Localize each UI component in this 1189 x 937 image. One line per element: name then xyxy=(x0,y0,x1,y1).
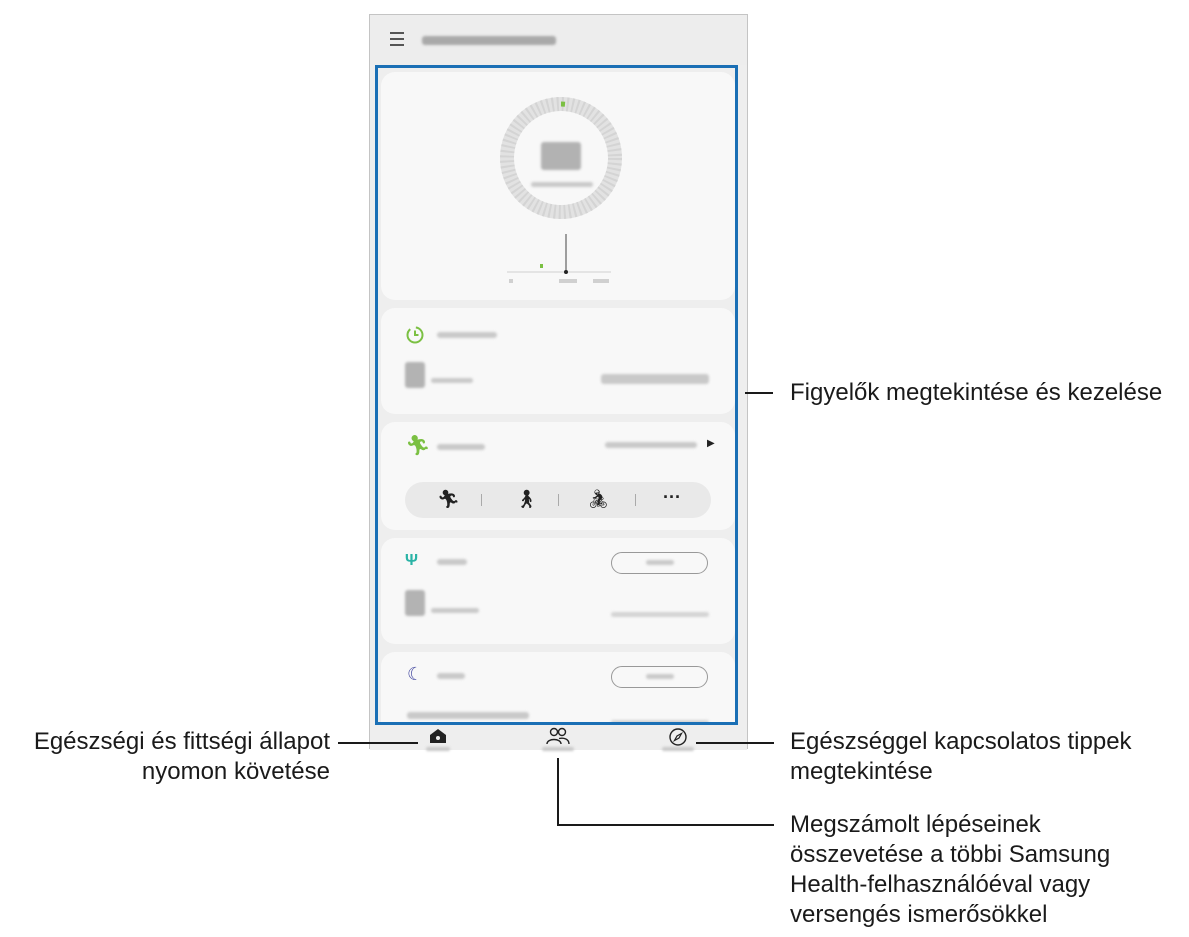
callout-home-line2: nyomon követése xyxy=(141,758,330,785)
callout-discover: Egészséggel kapcsolatos tippek megtekint… xyxy=(790,727,1132,787)
exercise-quick-start-bar: 🏃︎ 🚶︎ 🚴︎ ··· xyxy=(405,482,711,518)
steps-card[interactable] xyxy=(381,72,735,300)
active-time-range-blurred xyxy=(601,374,709,384)
exercise-card[interactable]: 🏃︎ ▶ 🏃︎ 🚶︎ 🚴︎ ··· xyxy=(381,422,735,530)
callout-together-line2: összevetése a többi Samsung xyxy=(790,841,1111,868)
chevron-right-icon[interactable]: ▶ xyxy=(707,438,715,449)
bottom-navigation xyxy=(370,725,747,751)
food-progress-bar xyxy=(611,612,709,617)
people-icon xyxy=(546,727,570,745)
moon-icon: ☾ xyxy=(407,664,424,684)
phone-screen: 🏃︎ ▶ 🏃︎ 🚶︎ 🚴︎ ··· Ψ ☾ xyxy=(369,14,748,751)
divider xyxy=(481,494,482,506)
nav-discover[interactable] xyxy=(648,725,708,765)
bike-icon[interactable]: 🚴︎ xyxy=(587,489,610,510)
callout-trackers: Figyelők megtekintése és kezelése xyxy=(790,379,1163,406)
active-time-title-blurred xyxy=(437,332,497,338)
callout-line-together-horizontal xyxy=(557,824,774,826)
exercise-link-blurred xyxy=(605,442,697,448)
running-icon: 🏃︎ xyxy=(405,435,431,457)
clock-icon xyxy=(406,326,424,344)
nav-home-label-blurred xyxy=(426,747,450,751)
home-icon xyxy=(430,729,446,743)
callout-home-line1: Egészségi és fittségi állapot xyxy=(33,728,330,755)
food-title-blurred xyxy=(437,559,467,565)
hamburger-icon[interactable] xyxy=(390,32,404,46)
nav-discover-label-blurred xyxy=(662,747,694,751)
callout-discover-line1: Egészséggel kapcsolatos tippek xyxy=(790,728,1132,755)
fork-knife-icon: Ψ xyxy=(405,552,418,569)
sleep-record-button[interactable] xyxy=(611,666,708,688)
food-button-label-blurred xyxy=(646,560,674,565)
compass-icon xyxy=(669,728,687,746)
exercise-title-blurred xyxy=(437,444,485,450)
step-count-blurred xyxy=(541,142,581,170)
active-time-card[interactable] xyxy=(381,308,735,414)
app-title-blurred xyxy=(422,36,556,45)
callout-together: Megszámolt lépéseinek összevetése a több… xyxy=(790,810,1110,930)
callout-home: Egészségi és fittségi állapot nyomon köv… xyxy=(0,727,330,787)
active-time-goal-blurred xyxy=(431,378,473,383)
walk-icon[interactable]: 🚶︎ xyxy=(515,489,538,510)
callout-together-line4: versengés ismerősökkel xyxy=(790,901,1048,928)
step-goal-blurred xyxy=(531,182,593,187)
more-icon[interactable]: ··· xyxy=(663,487,681,508)
sleep-button-label-blurred xyxy=(646,674,674,679)
callout-line-trackers xyxy=(745,392,773,394)
food-value-blurred xyxy=(405,590,425,616)
sleep-text-blurred xyxy=(407,712,529,719)
callout-line-discover xyxy=(696,742,774,744)
divider xyxy=(558,494,559,506)
food-card[interactable]: Ψ xyxy=(381,538,735,644)
trackers-area: 🏃︎ ▶ 🏃︎ 🚶︎ 🚴︎ ··· Ψ ☾ xyxy=(375,65,738,725)
callout-line-home xyxy=(338,742,418,744)
sleep-title-blurred xyxy=(437,673,465,679)
steps-mini-chart xyxy=(507,234,611,283)
food-goal-blurred xyxy=(431,608,479,613)
app-bar xyxy=(370,15,747,65)
callout-line-together-vertical xyxy=(557,758,559,826)
nav-home[interactable] xyxy=(408,725,468,765)
callout-together-line1: Megszámolt lépéseinek xyxy=(790,811,1041,838)
run-icon[interactable]: 🏃︎ xyxy=(437,489,460,510)
callout-discover-line2: megtekintése xyxy=(790,758,933,785)
callout-together-line3: Health-felhasználóéval vagy xyxy=(790,871,1091,898)
sleep-card[interactable]: ☾ xyxy=(381,652,735,722)
food-record-button[interactable] xyxy=(611,552,708,574)
divider xyxy=(635,494,636,506)
active-time-value-blurred xyxy=(405,362,425,388)
nav-together-label-blurred xyxy=(542,747,574,751)
